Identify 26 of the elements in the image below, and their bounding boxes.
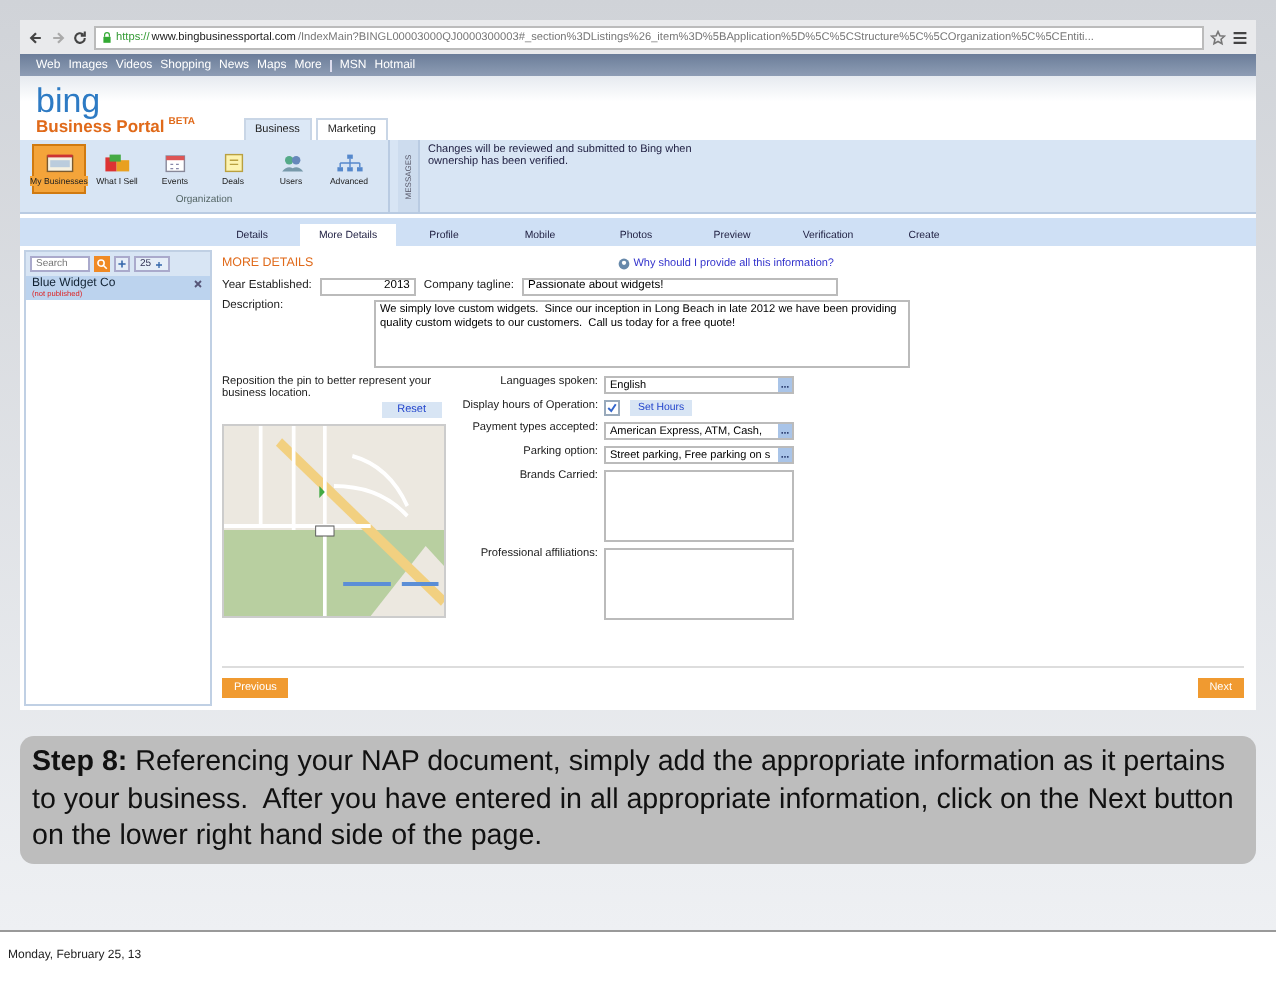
star-icon[interactable] [1210,29,1226,45]
forward-icon[interactable] [50,29,66,45]
org-chart-icon [335,152,363,174]
text-area[interactable] [604,548,794,620]
reload-icon[interactable] [72,29,88,45]
gift-boxes-icon [103,152,131,174]
lock-icon [102,31,112,43]
coupon-icon [219,152,247,174]
back-icon[interactable] [28,29,44,45]
logo: bing [36,86,101,116]
users-icon [277,152,305,174]
checkbox[interactable] [604,400,620,416]
storefront-icon [45,152,73,174]
plus-icon [153,259,164,269]
ellipsis-icon[interactable] [778,378,792,392]
menu-icon[interactable] [1232,29,1248,45]
portal-title: Business Portal [36,116,165,136]
close-icon[interactable] [192,278,204,290]
calendar-icon [161,152,189,174]
ellipsis-icon[interactable] [778,448,792,462]
caption-text: Step 8: Referencing your NAP document, simply add the appropriate information as it pertains to your business. After you have entered in all appropriate information, click on the Next button on the lower right hand side of the page. [20,736,1256,864]
ellipsis-icon[interactable] [778,424,792,438]
search-button[interactable] [94,256,110,272]
text-area[interactable] [604,470,794,542]
help-icon [617,257,630,269]
add-button[interactable] [114,256,130,272]
